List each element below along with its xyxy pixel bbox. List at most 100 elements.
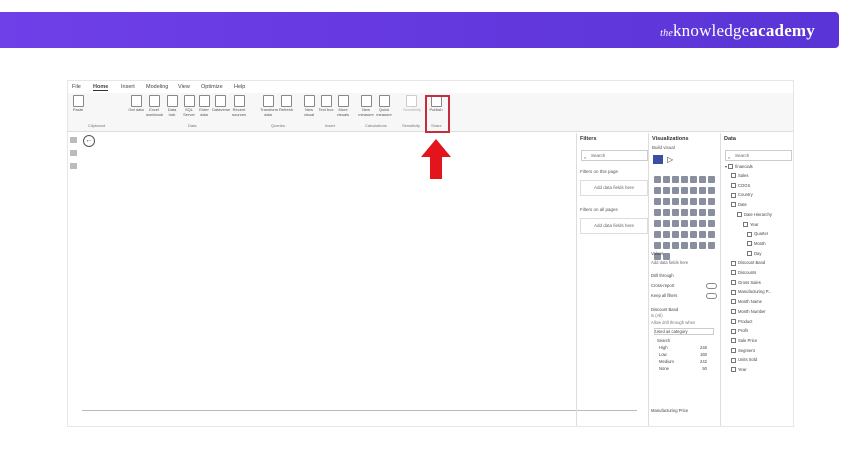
drill-field-name: Discount Band: [651, 307, 679, 312]
field-item[interactable]: COGS: [731, 183, 750, 189]
drill-through-label: Drill through: [651, 273, 674, 278]
hub-icon: [166, 95, 178, 107]
field-item[interactable]: Sales: [731, 173, 748, 179]
excel-button[interactable]: Excel workbook: [146, 95, 163, 117]
transform-icon: [262, 95, 274, 107]
paste-button[interactable]: Paste: [70, 95, 86, 113]
filters-pane: Filters ⌕ Search Filters on this page Add…: [576, 133, 649, 426]
refresh-icon: [280, 95, 292, 107]
visual-types-grid[interactable]: [653, 175, 719, 263]
sql-icon: [183, 95, 195, 107]
data-pane: Data ⌕ Search ▾ financials Sales COGS Count…: [720, 133, 794, 426]
group-calculations: Calculations: [365, 123, 387, 128]
sensitivity-button[interactable]: Sensitivity: [403, 95, 421, 113]
cross-report-toggle[interactable]: [706, 283, 717, 289]
drill-item-0[interactable]: High 246: [659, 345, 707, 350]
data-search[interactable]: ⌕ Search: [725, 150, 792, 161]
database-icon: [130, 95, 142, 107]
field-item[interactable]: Units Sold: [731, 357, 757, 363]
quick-measure-icon: [378, 95, 390, 107]
field-item[interactable]: Manufacturing P...: [731, 289, 771, 295]
group-sensitivity: Sensitivity: [402, 123, 421, 128]
red-arrow-icon: [421, 139, 451, 179]
build-visual-label: Build visual: [652, 145, 675, 150]
more-visuals-button[interactable]: More visuals: [335, 95, 351, 117]
chart-icon: [303, 95, 315, 107]
field-item[interactable]: Discounts: [731, 270, 756, 276]
field-item[interactable]: Country: [731, 192, 753, 198]
field-item[interactable]: Sale Price: [731, 338, 757, 344]
format-visual-icon[interactable]: ▷: [667, 155, 673, 164]
visualizations-pane: Visualizations Build visual ▷ Values Add…: [648, 133, 721, 426]
table-icon: [198, 95, 210, 107]
quick-measure-button[interactable]: Quick measure: [376, 95, 392, 117]
report-view-icon[interactable]: [70, 137, 77, 143]
drill-field-allow: Allow drill through when: [651, 320, 696, 325]
enter-data-button[interactable]: Enter data: [196, 95, 212, 117]
filters-on-page-drop[interactable]: Add data fields here: [580, 180, 648, 196]
data-hub-button[interactable]: Data hub: [164, 95, 180, 117]
menu-file[interactable]: File: [72, 84, 81, 90]
drill-item-1[interactable]: Low 160: [659, 352, 707, 357]
excel-icon: [148, 95, 160, 107]
field-item[interactable]: Month Number: [731, 309, 766, 315]
group-insert: Insert: [325, 123, 336, 128]
bottom-field: Manufacturing Price: [651, 408, 689, 413]
refresh-button[interactable]: Refresh: [278, 95, 294, 113]
sensitivity-icon: [405, 95, 417, 107]
drill-field-sub: is (All): [651, 313, 663, 318]
field-item[interactable]: Segment: [731, 348, 755, 353]
data-title: Data: [724, 136, 736, 142]
new-measure-button[interactable]: New measure: [358, 95, 374, 117]
field-item[interactable]: Year: [743, 222, 758, 227]
dataverse-button[interactable]: Dataverse: [212, 95, 230, 113]
recent-sources-button[interactable]: Recent sources: [231, 95, 247, 117]
view-switcher: [68, 131, 80, 426]
table-financials[interactable]: ▾ financials: [725, 164, 753, 170]
sql-server-button[interactable]: SQL Server: [181, 95, 197, 117]
transform-data-button[interactable]: Transform data: [260, 95, 278, 117]
field-item[interactable]: Product: [731, 319, 752, 324]
model-view-icon[interactable]: [70, 163, 77, 169]
build-visual-icon[interactable]: [653, 155, 663, 164]
drill-item-3[interactable]: None 50: [659, 366, 707, 371]
field-item[interactable]: Month Name: [731, 299, 762, 305]
menu-optimize[interactable]: Optimize: [201, 84, 223, 90]
menu-help[interactable]: Help: [234, 84, 245, 90]
field-item[interactable]: Day: [747, 251, 761, 256]
field-item[interactable]: Date Hierarchy: [737, 212, 772, 218]
back-arrow-icon[interactable]: ←: [83, 135, 95, 147]
field-item[interactable]: Profit: [731, 328, 748, 334]
group-queries: Queries: [271, 123, 286, 128]
field-item[interactable]: Gross Sales: [731, 280, 761, 286]
filters-on-page-label: Filters on this page: [580, 169, 619, 174]
menu-view[interactable]: View: [178, 84, 190, 90]
field-item[interactable]: Discount Band: [731, 260, 765, 266]
brand-logo: theknowledgeacademy: [660, 21, 815, 40]
dataverse-icon: [214, 95, 226, 107]
drill-item-2[interactable]: Medium 242: [659, 359, 707, 364]
recent-icon: [233, 95, 245, 107]
menu-bar: File Home Insert Modeling View Optimize …: [68, 81, 793, 93]
publish-highlight: [425, 95, 450, 133]
filters-search[interactable]: ⌕ Search: [581, 150, 648, 161]
field-item[interactable]: Date: [731, 202, 747, 208]
table-view-icon[interactable]: [70, 150, 77, 156]
text-box-button[interactable]: Text box: [318, 95, 334, 113]
group-data: Data: [188, 123, 197, 128]
field-item[interactable]: Quarter: [747, 231, 768, 237]
filters-on-all-drop[interactable]: Add data fields here: [580, 218, 648, 234]
values-drop[interactable]: Add data fields here: [651, 260, 717, 265]
keep-filters-toggle[interactable]: [706, 293, 717, 299]
textbox-icon: [320, 95, 332, 107]
new-visual-button[interactable]: New visual: [301, 95, 317, 117]
menu-home[interactable]: Home: [93, 84, 109, 91]
field-item[interactable]: Year: [731, 367, 746, 373]
search-icon: ⌕: [584, 155, 587, 160]
menu-modeling[interactable]: Modeling: [146, 84, 168, 90]
get-data-button[interactable]: Get data: [128, 95, 144, 113]
field-item[interactable]: Month: [747, 241, 766, 247]
menu-insert[interactable]: Insert: [121, 84, 135, 90]
category-dropdown[interactable]: Used as category: [654, 328, 714, 335]
drill-search[interactable]: Search: [657, 338, 723, 343]
